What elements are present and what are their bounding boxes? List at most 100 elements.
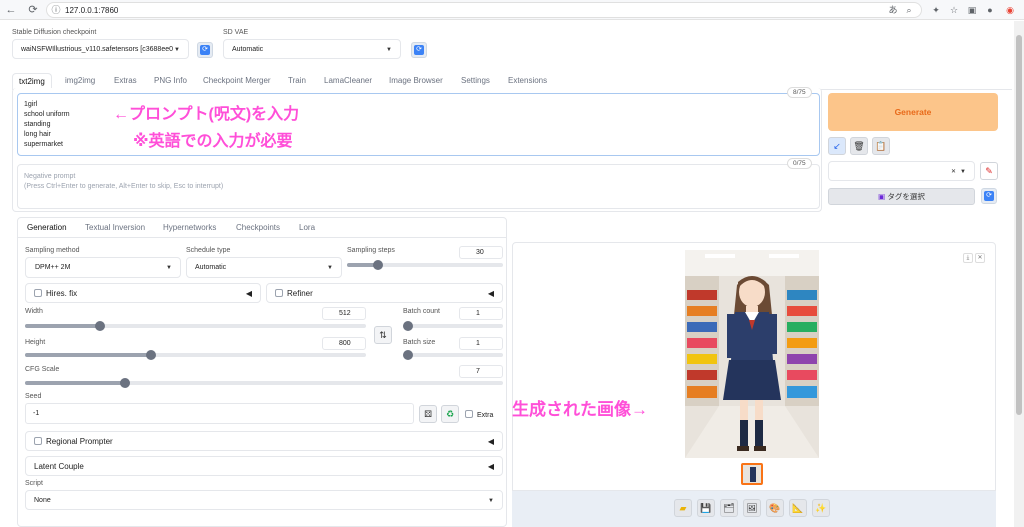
annotation-prompt-line1: ←プロンプト(呪文)を入力 [113,106,300,123]
collapse-icon[interactable]: ◀ [488,457,494,477]
collapse-icon[interactable]: ◀ [488,284,494,304]
checkpoint-refresh-button[interactable]: ⟳ [197,42,213,58]
sampling-steps-input[interactable]: 30 [459,246,503,259]
swap-dimensions-button[interactable]: ⇅ [374,326,392,344]
send-to-img2img-button[interactable]: 🖼 [743,499,761,517]
vae-refresh-button[interactable]: ⟳ [411,42,427,58]
info-icon[interactable]: ⓘ [50,4,62,16]
zoom-icon[interactable]: ⌕ [903,4,915,16]
clear-icon[interactable]: ✕ [951,162,956,182]
read-params-button[interactable]: ↙ [828,137,846,155]
negative-placeholder-title: Negative prompt [24,173,76,180]
reuse-seed-button[interactable]: ♻ [441,405,459,423]
edit-styles-button[interactable]: ✎ [980,162,998,180]
open-folder-button[interactable]: ▰ [674,499,692,517]
recycle-icon: ♻ [445,409,455,419]
height-slider[interactable] [25,350,366,360]
cfg-scale-slider[interactable] [25,378,503,388]
tags-refresh-button[interactable]: ⟳ [981,188,997,204]
refiner-checkbox[interactable] [275,289,283,297]
extra-seed-toggle[interactable]: Extra [465,410,493,419]
select-tags-button[interactable]: ▣ タグを選択 [828,188,975,205]
hires-fix-accordion[interactable]: Hires. fix ◀ [25,283,261,303]
slider-fill [25,324,101,328]
sampling-steps-label: Sampling steps [347,247,395,254]
latent-couple-accordion[interactable]: Latent Couple ◀ [25,456,503,476]
slider-thumb[interactable] [403,321,413,331]
save-button[interactable]: 💾 [697,499,715,517]
subtab-lora[interactable]: Lora [299,223,315,232]
upscale-button[interactable]: ✨ [812,499,830,517]
tab-extras[interactable]: Extras [114,73,137,89]
image-icon: 🖼 [746,503,758,513]
zip-button[interactable]: 🗂 [720,499,738,517]
slider-thumb[interactable] [403,350,413,360]
subtab-hypernetworks[interactable]: Hypernetworks [163,223,216,232]
generate-button[interactable]: Generate [828,93,998,131]
schedule-type-dropdown[interactable]: Automatic ▼ [186,257,342,278]
batch-size-input[interactable]: 1 [459,337,503,350]
vae-dropdown[interactable]: Automatic ▼ [223,39,401,59]
chevron-down-icon: ▼ [174,47,180,53]
subtab-checkpoints[interactable]: Checkpoints [236,223,280,232]
star-icon[interactable]: ☆ [948,4,960,16]
browser-toolbar: ← ⟳ ⓘ 127.0.0.1:7860 あ ⌕ ✦ ☆ ▣ ● ◉ [0,0,1024,20]
tab-lamacleaner[interactable]: LamaCleaner [324,73,372,89]
script-dropdown[interactable]: None ▼ [25,490,503,510]
generated-image[interactable] [685,250,819,458]
sampling-method-label: Sampling method [25,247,80,254]
tab-train[interactable]: Train [288,73,306,89]
sampling-steps-slider[interactable] [347,260,503,270]
subtab-generation[interactable]: Generation [27,223,67,232]
tab-extensions[interactable]: Extensions [508,73,547,89]
vae-label: SD VAE [223,29,249,36]
styles-dropdown[interactable]: ✕ ▼ [828,161,975,181]
translate-icon[interactable]: あ [887,4,899,16]
width-slider[interactable] [25,321,366,331]
slider-thumb[interactable] [95,321,106,331]
random-seed-button[interactable]: ⚄ [419,405,437,423]
tab-png-info[interactable]: PNG Info [154,73,187,89]
save-icon: 💾 [700,503,712,513]
collapse-icon[interactable]: ◀ [488,432,494,452]
sampling-method-dropdown[interactable]: DPM++ 2M ▼ [25,257,181,278]
send-to-extras-button[interactable]: 📐 [789,499,807,517]
arrow-icon: ↙ [833,141,841,151]
collections-icon[interactable]: ▣ [966,4,978,16]
seed-input[interactable]: -1 [25,403,414,424]
download-icon[interactable]: ⤓ [963,253,973,263]
height-input[interactable]: 800 [322,337,366,350]
tab-checkpoint-merger[interactable]: Checkpoint Merger [203,73,271,89]
close-icon[interactable]: ✕ [975,253,985,263]
back-icon[interactable]: ← [4,3,18,17]
width-input[interactable]: 512 [322,307,366,320]
image-thumbnail[interactable] [741,463,763,485]
page-scrollbar[interactable] [1014,21,1024,527]
profile-icon[interactable]: ● [984,4,996,16]
batch-size-slider[interactable] [403,350,503,360]
collapse-icon[interactable]: ◀ [246,284,252,304]
batch-count-input[interactable]: 1 [459,307,503,320]
tab-img2img[interactable]: img2img [65,73,95,89]
extensions-icon[interactable]: ✦ [930,4,942,16]
refiner-accordion[interactable]: Refiner ◀ [266,283,503,303]
regional-prompter-checkbox[interactable] [34,437,42,445]
send-to-inpaint-button[interactable]: 🎨 [766,499,784,517]
checkpoint-label: Stable Diffusion checkpoint [12,29,97,36]
hires-fix-checkbox[interactable] [34,289,42,297]
checkpoint-dropdown[interactable]: waiNSFWIllustrious_v110.safetensors [c36… [12,39,189,59]
scrollbar-thumb[interactable] [1016,35,1022,415]
styles-button[interactable]: 📋 [872,137,890,155]
subtab-textual-inversion[interactable]: Textual Inversion [85,223,145,232]
regional-prompter-accordion[interactable]: Regional Prompter ◀ [25,431,503,451]
extra-checkbox[interactable] [465,410,473,418]
tab-settings[interactable]: Settings [461,73,490,89]
address-bar[interactable]: ⓘ 127.0.0.1:7860 あ ⌕ [46,2,922,18]
cfg-scale-input[interactable]: 7 [459,365,503,378]
batch-count-slider[interactable] [403,321,503,331]
tab-txt2img[interactable]: txt2img [12,73,52,89]
clear-prompt-button[interactable]: 🗑 [850,137,868,155]
negative-prompt-input[interactable]: Negative prompt (Press Ctrl+Enter to gen… [17,164,820,209]
tab-image-browser[interactable]: Image Browser [389,73,443,89]
reload-icon[interactable]: ⟳ [26,3,40,17]
